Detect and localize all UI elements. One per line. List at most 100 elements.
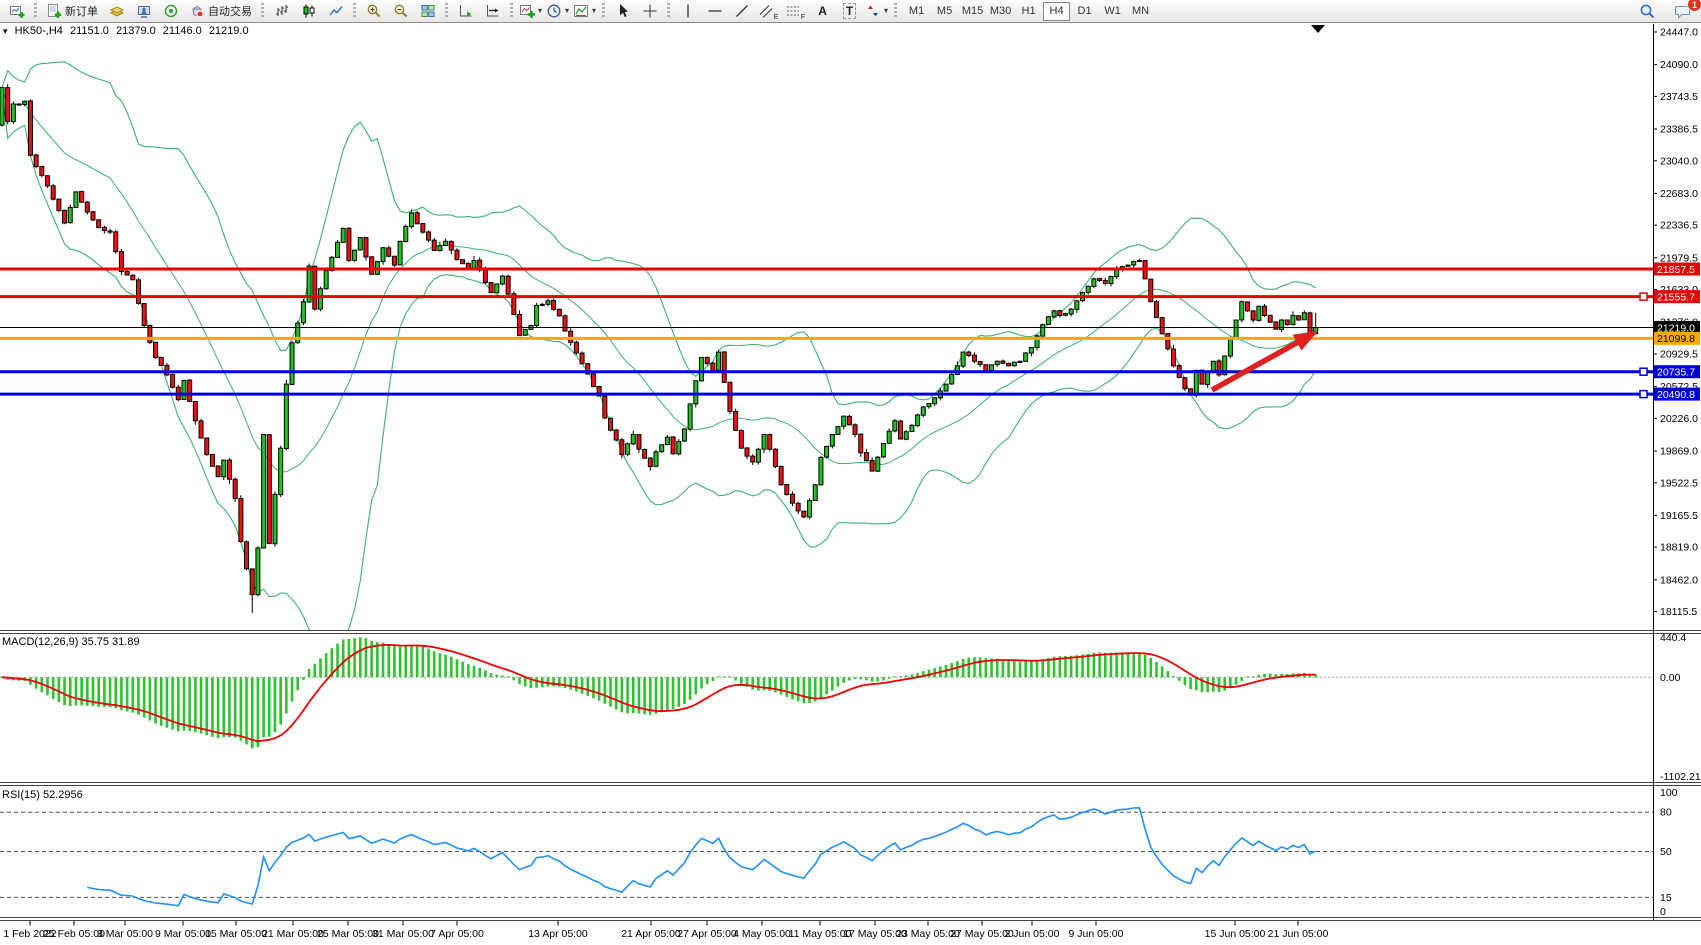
line-chart-button[interactable] <box>322 1 349 21</box>
label-tool-button[interactable]: T <box>836 1 863 21</box>
timeframe-h4[interactable]: H4 <box>1043 2 1070 21</box>
cursor-button[interactable] <box>609 1 636 21</box>
toolbar-grip[interactable] <box>261 3 264 19</box>
svg-text:19869.0: 19869.0 <box>1660 446 1698 458</box>
svg-text:23743.5: 23743.5 <box>1660 91 1698 103</box>
label-tool-icon: T <box>843 3 856 19</box>
svg-text:21857.5: 21857.5 <box>1657 264 1695 276</box>
ohlc-low: 21146.0 <box>163 25 202 37</box>
svg-text:20735.7: 20735.7 <box>1657 366 1695 378</box>
svg-text:23040.0: 23040.0 <box>1660 155 1698 167</box>
svg-text:20929.5: 20929.5 <box>1660 348 1698 360</box>
auto-scroll-button[interactable] <box>452 1 479 21</box>
svg-text:-1102.21: -1102.21 <box>1660 771 1701 783</box>
toolbar-grip[interactable] <box>353 3 356 19</box>
symbol-period-label: HK50-,H4 <box>15 25 63 37</box>
toolbar-grip[interactable] <box>602 3 605 19</box>
svg-text:21 Jun 05:00: 21 Jun 05:00 <box>1268 928 1329 940</box>
chevron-down-icon: ▾ <box>538 7 542 15</box>
market-watch-button[interactable] <box>157 1 184 21</box>
timeframe-h1[interactable]: H1 <box>1015 2 1042 21</box>
chevron-down-icon: ▾ <box>884 7 888 15</box>
chart-canvas[interactable]: 24447.024090.023743.523386.523040.022683… <box>0 0 1701 945</box>
new-chart-button[interactable] <box>3 1 30 21</box>
svg-text:0: 0 <box>1660 906 1666 918</box>
toolbar-grip[interactable] <box>34 3 37 19</box>
svg-text:100: 100 <box>1660 787 1678 799</box>
svg-text:24090.0: 24090.0 <box>1660 59 1698 71</box>
text-tool-button[interactable]: A <box>809 1 836 21</box>
svg-text:4 May 05:00: 4 May 05:00 <box>733 928 791 940</box>
svg-text:80: 80 <box>1660 807 1672 819</box>
timeframe-m5[interactable]: M5 <box>931 2 958 21</box>
timeframe-m30[interactable]: M30 <box>987 2 1014 21</box>
svg-text:15 Jun 05:00: 15 Jun 05:00 <box>1205 928 1266 940</box>
candlestick-button[interactable] <box>295 1 322 21</box>
svg-text:9 Jun 05:00: 9 Jun 05:00 <box>1069 928 1124 940</box>
svg-text:27 Apr 05:00: 27 Apr 05:00 <box>677 928 737 940</box>
chevron-down-icon: ▾ <box>592 7 596 15</box>
notification-badge: 1 <box>1687 0 1701 12</box>
svg-text:9 Mar 05:00: 9 Mar 05:00 <box>155 928 211 940</box>
svg-text:50: 50 <box>1660 846 1672 858</box>
svg-text:20490.8: 20490.8 <box>1657 389 1695 401</box>
new-order-label: 新订单 <box>65 3 98 19</box>
autotrading-icon <box>189 3 205 19</box>
toolbar-grip[interactable] <box>667 3 670 19</box>
indicators-button[interactable]: ▾ <box>517 1 544 21</box>
svg-text:21 Apr 05:00: 21 Apr 05:00 <box>621 928 681 940</box>
channel-e-mark: E <box>774 14 779 21</box>
svg-text:11 May 05:00: 11 May 05:00 <box>789 928 852 940</box>
collapse-ohlc-arrow[interactable]: ▾ <box>3 26 8 36</box>
svg-text:21555.7: 21555.7 <box>1657 291 1695 303</box>
zoom-out-button[interactable] <box>387 1 414 21</box>
periods-button[interactable]: ▾ <box>544 1 571 21</box>
svg-text:18819.0: 18819.0 <box>1660 542 1698 554</box>
timeframe-w1[interactable]: W1 <box>1099 2 1126 21</box>
chart-shift-button[interactable] <box>479 1 506 21</box>
mt4-window: 新订单 自动交易 <box>0 0 1701 945</box>
search-button[interactable] <box>1634 1 1661 21</box>
svg-text:15 Mar 05:00: 15 Mar 05:00 <box>205 928 267 940</box>
tile-windows-button[interactable] <box>414 1 441 21</box>
toolbar-grip[interactable] <box>894 3 897 19</box>
arrows-tool-button[interactable]: ▾ <box>863 1 890 21</box>
svg-text:20226.0: 20226.0 <box>1660 413 1698 425</box>
fibonacci-button[interactable]: F <box>782 1 809 21</box>
toolbar-grip[interactable] <box>445 3 448 19</box>
svg-text:23386.5: 23386.5 <box>1660 124 1698 136</box>
timeframe-mn[interactable]: MN <box>1127 2 1154 21</box>
yellow-stack-icon <box>109 3 125 19</box>
toolbar-grip[interactable] <box>510 3 513 19</box>
zoom-in-button[interactable] <box>360 1 387 21</box>
timeframe-m1[interactable]: M1 <box>903 2 930 21</box>
svg-text:3 Mar 05:00: 3 Mar 05:00 <box>97 928 153 940</box>
metaeditor-button[interactable] <box>103 1 130 21</box>
templates-button[interactable]: ▾ <box>571 1 598 21</box>
svg-text:18462.0: 18462.0 <box>1660 574 1698 586</box>
svg-text:21 Mar 05:00: 21 Mar 05:00 <box>262 928 324 940</box>
crosshair-button[interactable] <box>636 1 663 21</box>
monitor-user-icon <box>136 3 152 19</box>
trendline-button[interactable] <box>728 1 755 21</box>
ohlc-high: 21379.0 <box>116 25 156 37</box>
vertical-line-button[interactable] <box>674 1 701 21</box>
svg-text:22683.0: 22683.0 <box>1660 188 1698 200</box>
new-order-button[interactable]: 新订单 <box>41 1 103 21</box>
notifications-button[interactable]: 1 <box>1669 1 1696 21</box>
svg-text:440.4: 440.4 <box>1660 632 1686 644</box>
svg-text:21099.8: 21099.8 <box>1657 333 1695 345</box>
navigator-button[interactable] <box>130 1 157 21</box>
autotrading-button[interactable]: 自动交易 <box>184 1 257 21</box>
horizontal-line-button[interactable] <box>701 1 728 21</box>
svg-text:22336.5: 22336.5 <box>1660 220 1698 232</box>
timeframe-m15[interactable]: M15 <box>959 2 986 21</box>
bar-chart-button[interactable] <box>268 1 295 21</box>
svg-text:13 Apr 05:00: 13 Apr 05:00 <box>528 928 588 940</box>
macd-label: MACD(12,26,9) 35.75 31.89 <box>2 636 140 648</box>
main-toolbar: 新订单 自动交易 <box>0 0 1701 23</box>
broadcast-icon <box>163 3 179 19</box>
equidistant-channel-button[interactable]: E <box>755 1 782 21</box>
timeframe-d1[interactable]: D1 <box>1071 2 1098 21</box>
svg-text:19165.5: 19165.5 <box>1660 510 1698 522</box>
